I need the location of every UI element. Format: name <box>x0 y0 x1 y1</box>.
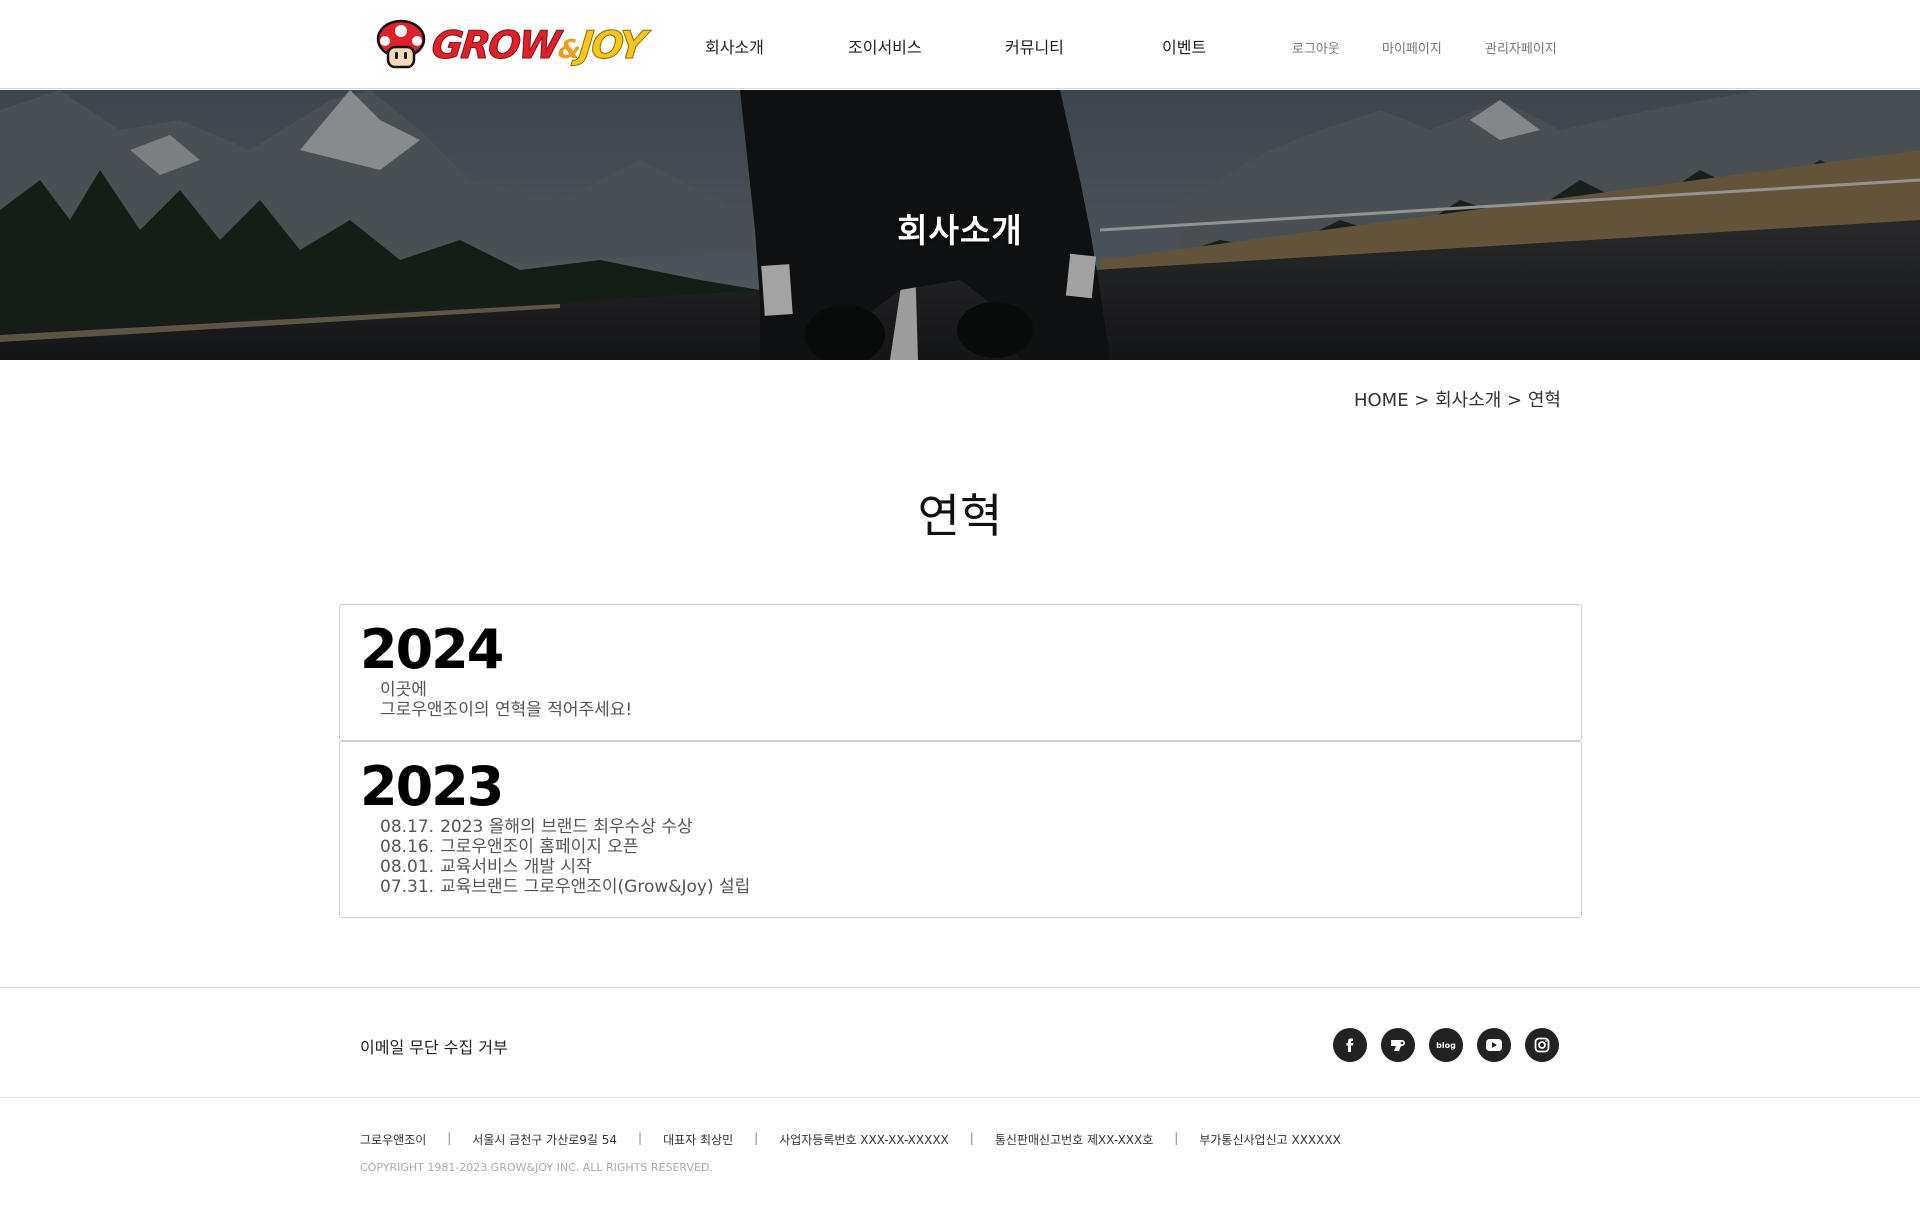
kakao-story-icon[interactable] <box>1381 1028 1415 1062</box>
nav-item-joy-service[interactable]: 조이서비스 <box>848 34 922 58</box>
facebook-icon[interactable] <box>1333 1028 1367 1062</box>
nav-item-community[interactable]: 커뮤니티 <box>1005 34 1064 58</box>
nav-item-company[interactable]: 회사소개 <box>705 34 764 58</box>
copyright: COPYRIGHT 1981-2023 GROW&JOY INC. ALL RI… <box>360 1161 713 1174</box>
history-entry-text: 그로우앤조이의 연혁을 적어주세요! <box>380 700 633 720</box>
page-title: 연혁 <box>917 489 1003 543</box>
history-year: 2024 <box>360 618 504 681</box>
company-address: 서울시 금천구 가산로9길 54 <box>472 1133 618 1147</box>
history-entry: 08.16. 그로우앤조이 홈페이지 오픈 <box>380 837 750 857</box>
history-entry-date: 07.31. <box>380 877 435 897</box>
site-logo[interactable]: GROW&JOY <box>376 18 648 72</box>
history-entries: 이곳에 그로우앤조이의 연혁을 적어주세요! <box>380 680 632 720</box>
kakao-story-glyph <box>1391 1040 1405 1051</box>
separator: | <box>638 1131 643 1145</box>
separator: | <box>1174 1131 1179 1145</box>
business-registration: 사업자등록번호 XXX-XX-XXXXX <box>779 1133 949 1147</box>
history-entry: 그로우앤조이의 연혁을 적어주세요! <box>380 700 632 720</box>
history-entry: 이곳에 <box>380 680 632 700</box>
history-entry-date: 08.17. <box>380 817 435 837</box>
history-entry: 07.31. 교육브랜드 그로우앤조이(Grow&Joy) 설립 <box>380 877 750 897</box>
history-year: 2023 <box>360 755 504 818</box>
mushroom-icon <box>376 19 426 69</box>
value-added-registration: 부가통신사업신고 XXXXXX <box>1199 1133 1341 1147</box>
history-entry-date: 08.16. <box>380 837 435 857</box>
history-card-2024: 2024 이곳에 그로우앤조이의 연혁을 적어주세요! <box>339 604 1582 741</box>
separator: | <box>754 1131 759 1145</box>
history-entry: 08.17. 2023 올해의 브랜드 최우수상 수상 <box>380 817 750 837</box>
logo-text: GROW&JOY <box>429 23 648 68</box>
history-entry-text: 교육서비스 개발 시작 <box>440 857 592 877</box>
footer-top <box>0 987 1920 1098</box>
instagram-icon[interactable] <box>1525 1028 1559 1062</box>
history-entry-date: 08.01. <box>380 857 435 877</box>
history-entry-text: 그로우앤조이 홈페이지 오픈 <box>440 837 639 857</box>
nav-item-event[interactable]: 이벤트 <box>1162 34 1206 58</box>
youtube-glyph <box>1486 1039 1502 1051</box>
blog-icon[interactable]: blog <box>1429 1028 1463 1062</box>
mail-order-registration: 통신판매신고번호 제XX-XXX호 <box>994 1133 1154 1147</box>
history-entry: 08.01. 교육서비스 개발 시작 <box>380 857 750 877</box>
company-ceo: 대표자 최상민 <box>663 1133 734 1147</box>
email-refusal-link[interactable]: 이메일 무단 수집 거부 <box>360 1034 508 1058</box>
company-name: 그로우앤조이 <box>360 1133 427 1147</box>
facebook-glyph <box>1346 1038 1354 1052</box>
mypage-link[interactable]: 마이페이지 <box>1382 38 1442 57</box>
blog-label: blog <box>1436 1040 1456 1050</box>
company-info: 그로우앤조이 | 서울시 금천구 가산로9길 54 | 대표자 최상민 | 사업… <box>360 1131 1341 1148</box>
admin-page-link[interactable]: 관리자페이지 <box>1485 38 1557 57</box>
hero-banner: 회사소개 <box>0 90 1920 360</box>
site-header: GROW&JOY 회사소개 조이서비스 커뮤니티 이벤트 로그아웃 마이페이지 … <box>0 0 1920 89</box>
separator: | <box>969 1131 974 1145</box>
history-card-2023: 2023 08.17. 2023 올해의 브랜드 최우수상 수상 08.16. 그로… <box>339 741 1582 918</box>
logout-link[interactable]: 로그아웃 <box>1292 38 1340 57</box>
youtube-icon[interactable] <box>1477 1028 1511 1062</box>
history-entries: 08.17. 2023 올해의 브랜드 최우수상 수상 08.16. 그로우앤조이 … <box>380 817 750 897</box>
history-entry-text: 교육브랜드 그로우앤조이(Grow&Joy) 설립 <box>440 877 751 897</box>
hero-title: 회사소개 <box>897 211 1023 250</box>
history-entry-text: 이곳에 <box>380 680 427 700</box>
breadcrumb: HOME > 회사소개 > 연혁 <box>1353 390 1561 411</box>
separator: | <box>447 1131 452 1145</box>
logo-text-end: JOY <box>577 23 648 68</box>
history-entry-text: 2023 올해의 브랜드 최우수상 수상 <box>440 817 693 837</box>
logo-text-main: GROW <box>429 23 561 68</box>
instagram-glyph <box>1534 1037 1550 1053</box>
